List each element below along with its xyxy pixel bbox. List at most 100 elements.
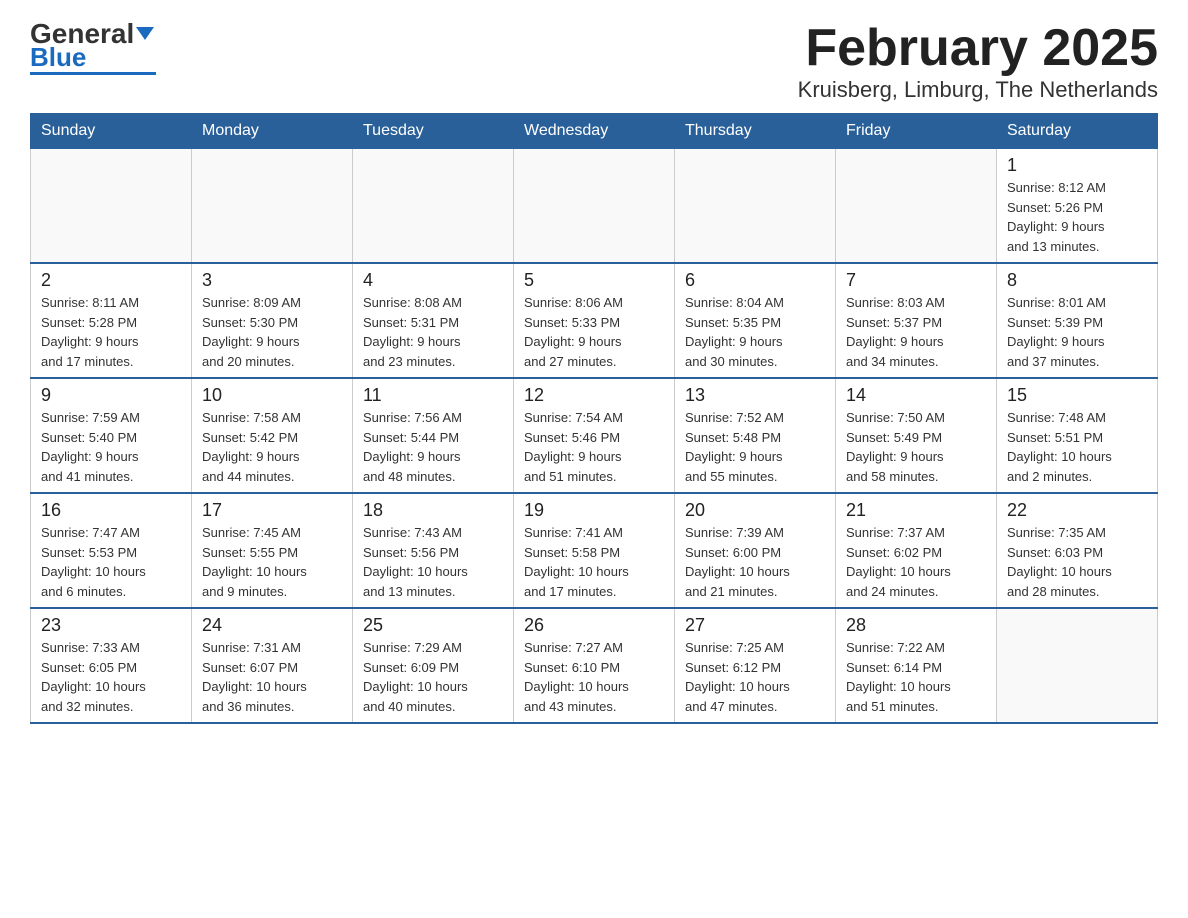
calendar-cell: 4Sunrise: 8:08 AM Sunset: 5:31 PM Daylig… bbox=[353, 263, 514, 378]
calendar-cell: 18Sunrise: 7:43 AM Sunset: 5:56 PM Dayli… bbox=[353, 493, 514, 608]
calendar-cell bbox=[514, 149, 675, 264]
calendar-cell: 26Sunrise: 7:27 AM Sunset: 6:10 PM Dayli… bbox=[514, 608, 675, 723]
header-sunday: Sunday bbox=[31, 114, 192, 149]
day-number: 25 bbox=[363, 615, 503, 636]
day-info: Sunrise: 7:39 AM Sunset: 6:00 PM Dayligh… bbox=[685, 523, 825, 601]
calendar-cell bbox=[31, 149, 192, 264]
calendar-header-row: SundayMondayTuesdayWednesdayThursdayFrid… bbox=[31, 114, 1158, 149]
day-info: Sunrise: 7:33 AM Sunset: 6:05 PM Dayligh… bbox=[41, 638, 181, 716]
logo-blue: Blue bbox=[30, 44, 86, 70]
calendar-cell: 12Sunrise: 7:54 AM Sunset: 5:46 PM Dayli… bbox=[514, 378, 675, 493]
day-info: Sunrise: 7:52 AM Sunset: 5:48 PM Dayligh… bbox=[685, 408, 825, 486]
day-info: Sunrise: 7:43 AM Sunset: 5:56 PM Dayligh… bbox=[363, 523, 503, 601]
day-number: 23 bbox=[41, 615, 181, 636]
day-info: Sunrise: 7:50 AM Sunset: 5:49 PM Dayligh… bbox=[846, 408, 986, 486]
day-info: Sunrise: 7:58 AM Sunset: 5:42 PM Dayligh… bbox=[202, 408, 342, 486]
day-number: 26 bbox=[524, 615, 664, 636]
day-number: 24 bbox=[202, 615, 342, 636]
day-number: 20 bbox=[685, 500, 825, 521]
calendar-cell: 21Sunrise: 7:37 AM Sunset: 6:02 PM Dayli… bbox=[836, 493, 997, 608]
calendar-cell: 19Sunrise: 7:41 AM Sunset: 5:58 PM Dayli… bbox=[514, 493, 675, 608]
header-wednesday: Wednesday bbox=[514, 114, 675, 149]
calendar-table: SundayMondayTuesdayWednesdayThursdayFrid… bbox=[30, 113, 1158, 724]
calendar-cell bbox=[353, 149, 514, 264]
calendar-cell: 6Sunrise: 8:04 AM Sunset: 5:35 PM Daylig… bbox=[675, 263, 836, 378]
calendar-cell: 28Sunrise: 7:22 AM Sunset: 6:14 PM Dayli… bbox=[836, 608, 997, 723]
logo-underline bbox=[30, 72, 156, 75]
day-number: 21 bbox=[846, 500, 986, 521]
day-number: 27 bbox=[685, 615, 825, 636]
day-info: Sunrise: 7:56 AM Sunset: 5:44 PM Dayligh… bbox=[363, 408, 503, 486]
calendar-cell bbox=[192, 149, 353, 264]
calendar-cell: 17Sunrise: 7:45 AM Sunset: 5:55 PM Dayli… bbox=[192, 493, 353, 608]
calendar-cell: 16Sunrise: 7:47 AM Sunset: 5:53 PM Dayli… bbox=[31, 493, 192, 608]
day-number: 17 bbox=[202, 500, 342, 521]
calendar-cell: 24Sunrise: 7:31 AM Sunset: 6:07 PM Dayli… bbox=[192, 608, 353, 723]
calendar-cell: 1Sunrise: 8:12 AM Sunset: 5:26 PM Daylig… bbox=[997, 149, 1158, 264]
day-number: 5 bbox=[524, 270, 664, 291]
day-info: Sunrise: 8:11 AM Sunset: 5:28 PM Dayligh… bbox=[41, 293, 181, 371]
day-info: Sunrise: 7:48 AM Sunset: 5:51 PM Dayligh… bbox=[1007, 408, 1147, 486]
day-number: 15 bbox=[1007, 385, 1147, 406]
day-number: 18 bbox=[363, 500, 503, 521]
title-block: February 2025 Kruisberg, Limburg, The Ne… bbox=[798, 20, 1158, 103]
calendar-cell: 3Sunrise: 8:09 AM Sunset: 5:30 PM Daylig… bbox=[192, 263, 353, 378]
day-number: 4 bbox=[363, 270, 503, 291]
day-info: Sunrise: 8:09 AM Sunset: 5:30 PM Dayligh… bbox=[202, 293, 342, 371]
calendar-cell: 27Sunrise: 7:25 AM Sunset: 6:12 PM Dayli… bbox=[675, 608, 836, 723]
header-friday: Friday bbox=[836, 114, 997, 149]
header-saturday: Saturday bbox=[997, 114, 1158, 149]
calendar-cell: 23Sunrise: 7:33 AM Sunset: 6:05 PM Dayli… bbox=[31, 608, 192, 723]
day-info: Sunrise: 8:12 AM Sunset: 5:26 PM Dayligh… bbox=[1007, 178, 1147, 256]
calendar-cell: 20Sunrise: 7:39 AM Sunset: 6:00 PM Dayli… bbox=[675, 493, 836, 608]
day-number: 10 bbox=[202, 385, 342, 406]
day-info: Sunrise: 7:27 AM Sunset: 6:10 PM Dayligh… bbox=[524, 638, 664, 716]
page-header: General Blue February 2025 Kruisberg, Li… bbox=[30, 20, 1158, 103]
calendar-week-row: 1Sunrise: 8:12 AM Sunset: 5:26 PM Daylig… bbox=[31, 149, 1158, 264]
page-subtitle: Kruisberg, Limburg, The Netherlands bbox=[798, 77, 1158, 103]
day-number: 12 bbox=[524, 385, 664, 406]
day-info: Sunrise: 7:37 AM Sunset: 6:02 PM Dayligh… bbox=[846, 523, 986, 601]
logo: General Blue bbox=[30, 20, 156, 75]
day-info: Sunrise: 8:04 AM Sunset: 5:35 PM Dayligh… bbox=[685, 293, 825, 371]
day-number: 19 bbox=[524, 500, 664, 521]
calendar-cell: 13Sunrise: 7:52 AM Sunset: 5:48 PM Dayli… bbox=[675, 378, 836, 493]
day-info: Sunrise: 7:41 AM Sunset: 5:58 PM Dayligh… bbox=[524, 523, 664, 601]
calendar-cell bbox=[997, 608, 1158, 723]
day-info: Sunrise: 8:01 AM Sunset: 5:39 PM Dayligh… bbox=[1007, 293, 1147, 371]
calendar-cell: 22Sunrise: 7:35 AM Sunset: 6:03 PM Dayli… bbox=[997, 493, 1158, 608]
day-number: 8 bbox=[1007, 270, 1147, 291]
day-number: 11 bbox=[363, 385, 503, 406]
calendar-cell: 14Sunrise: 7:50 AM Sunset: 5:49 PM Dayli… bbox=[836, 378, 997, 493]
day-info: Sunrise: 7:35 AM Sunset: 6:03 PM Dayligh… bbox=[1007, 523, 1147, 601]
day-number: 6 bbox=[685, 270, 825, 291]
day-info: Sunrise: 7:54 AM Sunset: 5:46 PM Dayligh… bbox=[524, 408, 664, 486]
day-info: Sunrise: 7:25 AM Sunset: 6:12 PM Dayligh… bbox=[685, 638, 825, 716]
day-info: Sunrise: 7:31 AM Sunset: 6:07 PM Dayligh… bbox=[202, 638, 342, 716]
day-number: 16 bbox=[41, 500, 181, 521]
day-number: 1 bbox=[1007, 155, 1147, 176]
calendar-cell: 25Sunrise: 7:29 AM Sunset: 6:09 PM Dayli… bbox=[353, 608, 514, 723]
header-tuesday: Tuesday bbox=[353, 114, 514, 149]
calendar-week-row: 16Sunrise: 7:47 AM Sunset: 5:53 PM Dayli… bbox=[31, 493, 1158, 608]
day-info: Sunrise: 7:22 AM Sunset: 6:14 PM Dayligh… bbox=[846, 638, 986, 716]
day-info: Sunrise: 7:45 AM Sunset: 5:55 PM Dayligh… bbox=[202, 523, 342, 601]
day-number: 3 bbox=[202, 270, 342, 291]
day-number: 22 bbox=[1007, 500, 1147, 521]
calendar-week-row: 23Sunrise: 7:33 AM Sunset: 6:05 PM Dayli… bbox=[31, 608, 1158, 723]
day-info: Sunrise: 8:08 AM Sunset: 5:31 PM Dayligh… bbox=[363, 293, 503, 371]
day-number: 14 bbox=[846, 385, 986, 406]
header-monday: Monday bbox=[192, 114, 353, 149]
day-info: Sunrise: 7:29 AM Sunset: 6:09 PM Dayligh… bbox=[363, 638, 503, 716]
day-info: Sunrise: 7:47 AM Sunset: 5:53 PM Dayligh… bbox=[41, 523, 181, 601]
calendar-cell: 2Sunrise: 8:11 AM Sunset: 5:28 PM Daylig… bbox=[31, 263, 192, 378]
day-info: Sunrise: 7:59 AM Sunset: 5:40 PM Dayligh… bbox=[41, 408, 181, 486]
header-thursday: Thursday bbox=[675, 114, 836, 149]
day-number: 9 bbox=[41, 385, 181, 406]
day-number: 7 bbox=[846, 270, 986, 291]
calendar-week-row: 2Sunrise: 8:11 AM Sunset: 5:28 PM Daylig… bbox=[31, 263, 1158, 378]
day-info: Sunrise: 8:06 AM Sunset: 5:33 PM Dayligh… bbox=[524, 293, 664, 371]
calendar-cell: 9Sunrise: 7:59 AM Sunset: 5:40 PM Daylig… bbox=[31, 378, 192, 493]
calendar-cell: 7Sunrise: 8:03 AM Sunset: 5:37 PM Daylig… bbox=[836, 263, 997, 378]
calendar-cell bbox=[836, 149, 997, 264]
